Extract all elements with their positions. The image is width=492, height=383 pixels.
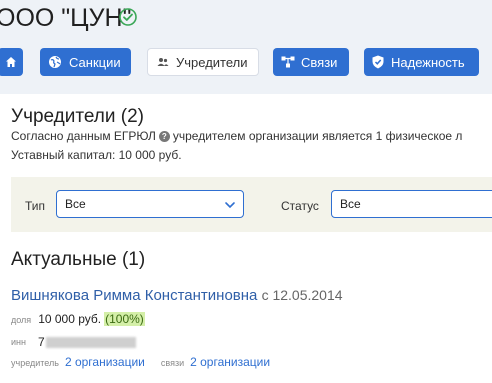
shield-icon [372,55,384,69]
links-label: связи [160,358,185,368]
authorized-capital: Уставный капитал: 10 000 руб. [11,148,182,162]
tab-founders[interactable]: Учредители [147,48,259,76]
company-header: ООО "ЦУН" Санкции Учредители Связи Надеж… [0,0,492,94]
company-title: ООО "ЦУН" [0,4,132,32]
chevron-down-icon [225,202,235,209]
type-select-value: Все [65,197,86,211]
home-button[interactable] [0,48,23,76]
share-row: доля 10 000 руб. (100%) [11,312,145,326]
tab-sanctions[interactable]: Санкции [40,48,131,76]
globe-icon [48,55,62,69]
founder-name-link[interactable]: Вишнякова Римма Константиновна [11,287,257,304]
home-icon [5,56,17,68]
inn-row: инн 7 [11,335,136,349]
question-icon[interactable]: ? [158,130,170,142]
tab-sanctions-label: Санкции [69,54,121,70]
relations-row: учредитель 2 организации связи 2 организ… [11,355,286,369]
egrul-prefix: Согласно данным ЕГРЮЛ [11,129,156,143]
users-icon [157,57,169,67]
founder-of-link[interactable]: 2 организации [65,355,145,369]
egrul-suffix: учредителем организации является 1 физич… [172,129,463,143]
inn-redacted [45,336,136,348]
current-founders-title: Актуальные (1) [11,249,146,270]
tab-links[interactable]: Связи [273,48,349,76]
founder-since: с 12.05.2014 [261,287,343,303]
inn-label: инн [11,337,26,347]
tab-links-label: Связи [301,54,338,70]
status-filter-label: Статус [281,199,319,213]
type-filter-label: Тип [25,199,46,213]
tab-reliability[interactable]: Надежность [364,48,479,76]
status-select[interactable]: Все [331,190,492,218]
check-circle-icon [119,8,137,26]
founder-entry: Вишнякова Римма Константиновна с 12.05.2… [11,287,343,304]
egrul-description: Согласно данным ЕГРЮЛ ? учредителем орга… [11,129,462,143]
network-icon [281,56,295,68]
founders-title: Учредители (2) [11,106,145,127]
status-select-value: Все [340,197,361,211]
links-link[interactable]: 2 организации [190,355,270,369]
share-percent: (100%) [104,312,145,326]
share-value: 10 000 руб. [38,312,102,326]
share-label: доля [11,315,32,325]
type-select[interactable]: Все [56,190,244,218]
filter-bar: Тип Все Статус Все [11,177,492,232]
founder-of-label: учредитель [11,358,59,368]
tab-founders-label: Учредители [176,54,248,70]
tab-reliability-label: Надежность [391,54,465,70]
inn-visible: 7 [37,335,45,349]
